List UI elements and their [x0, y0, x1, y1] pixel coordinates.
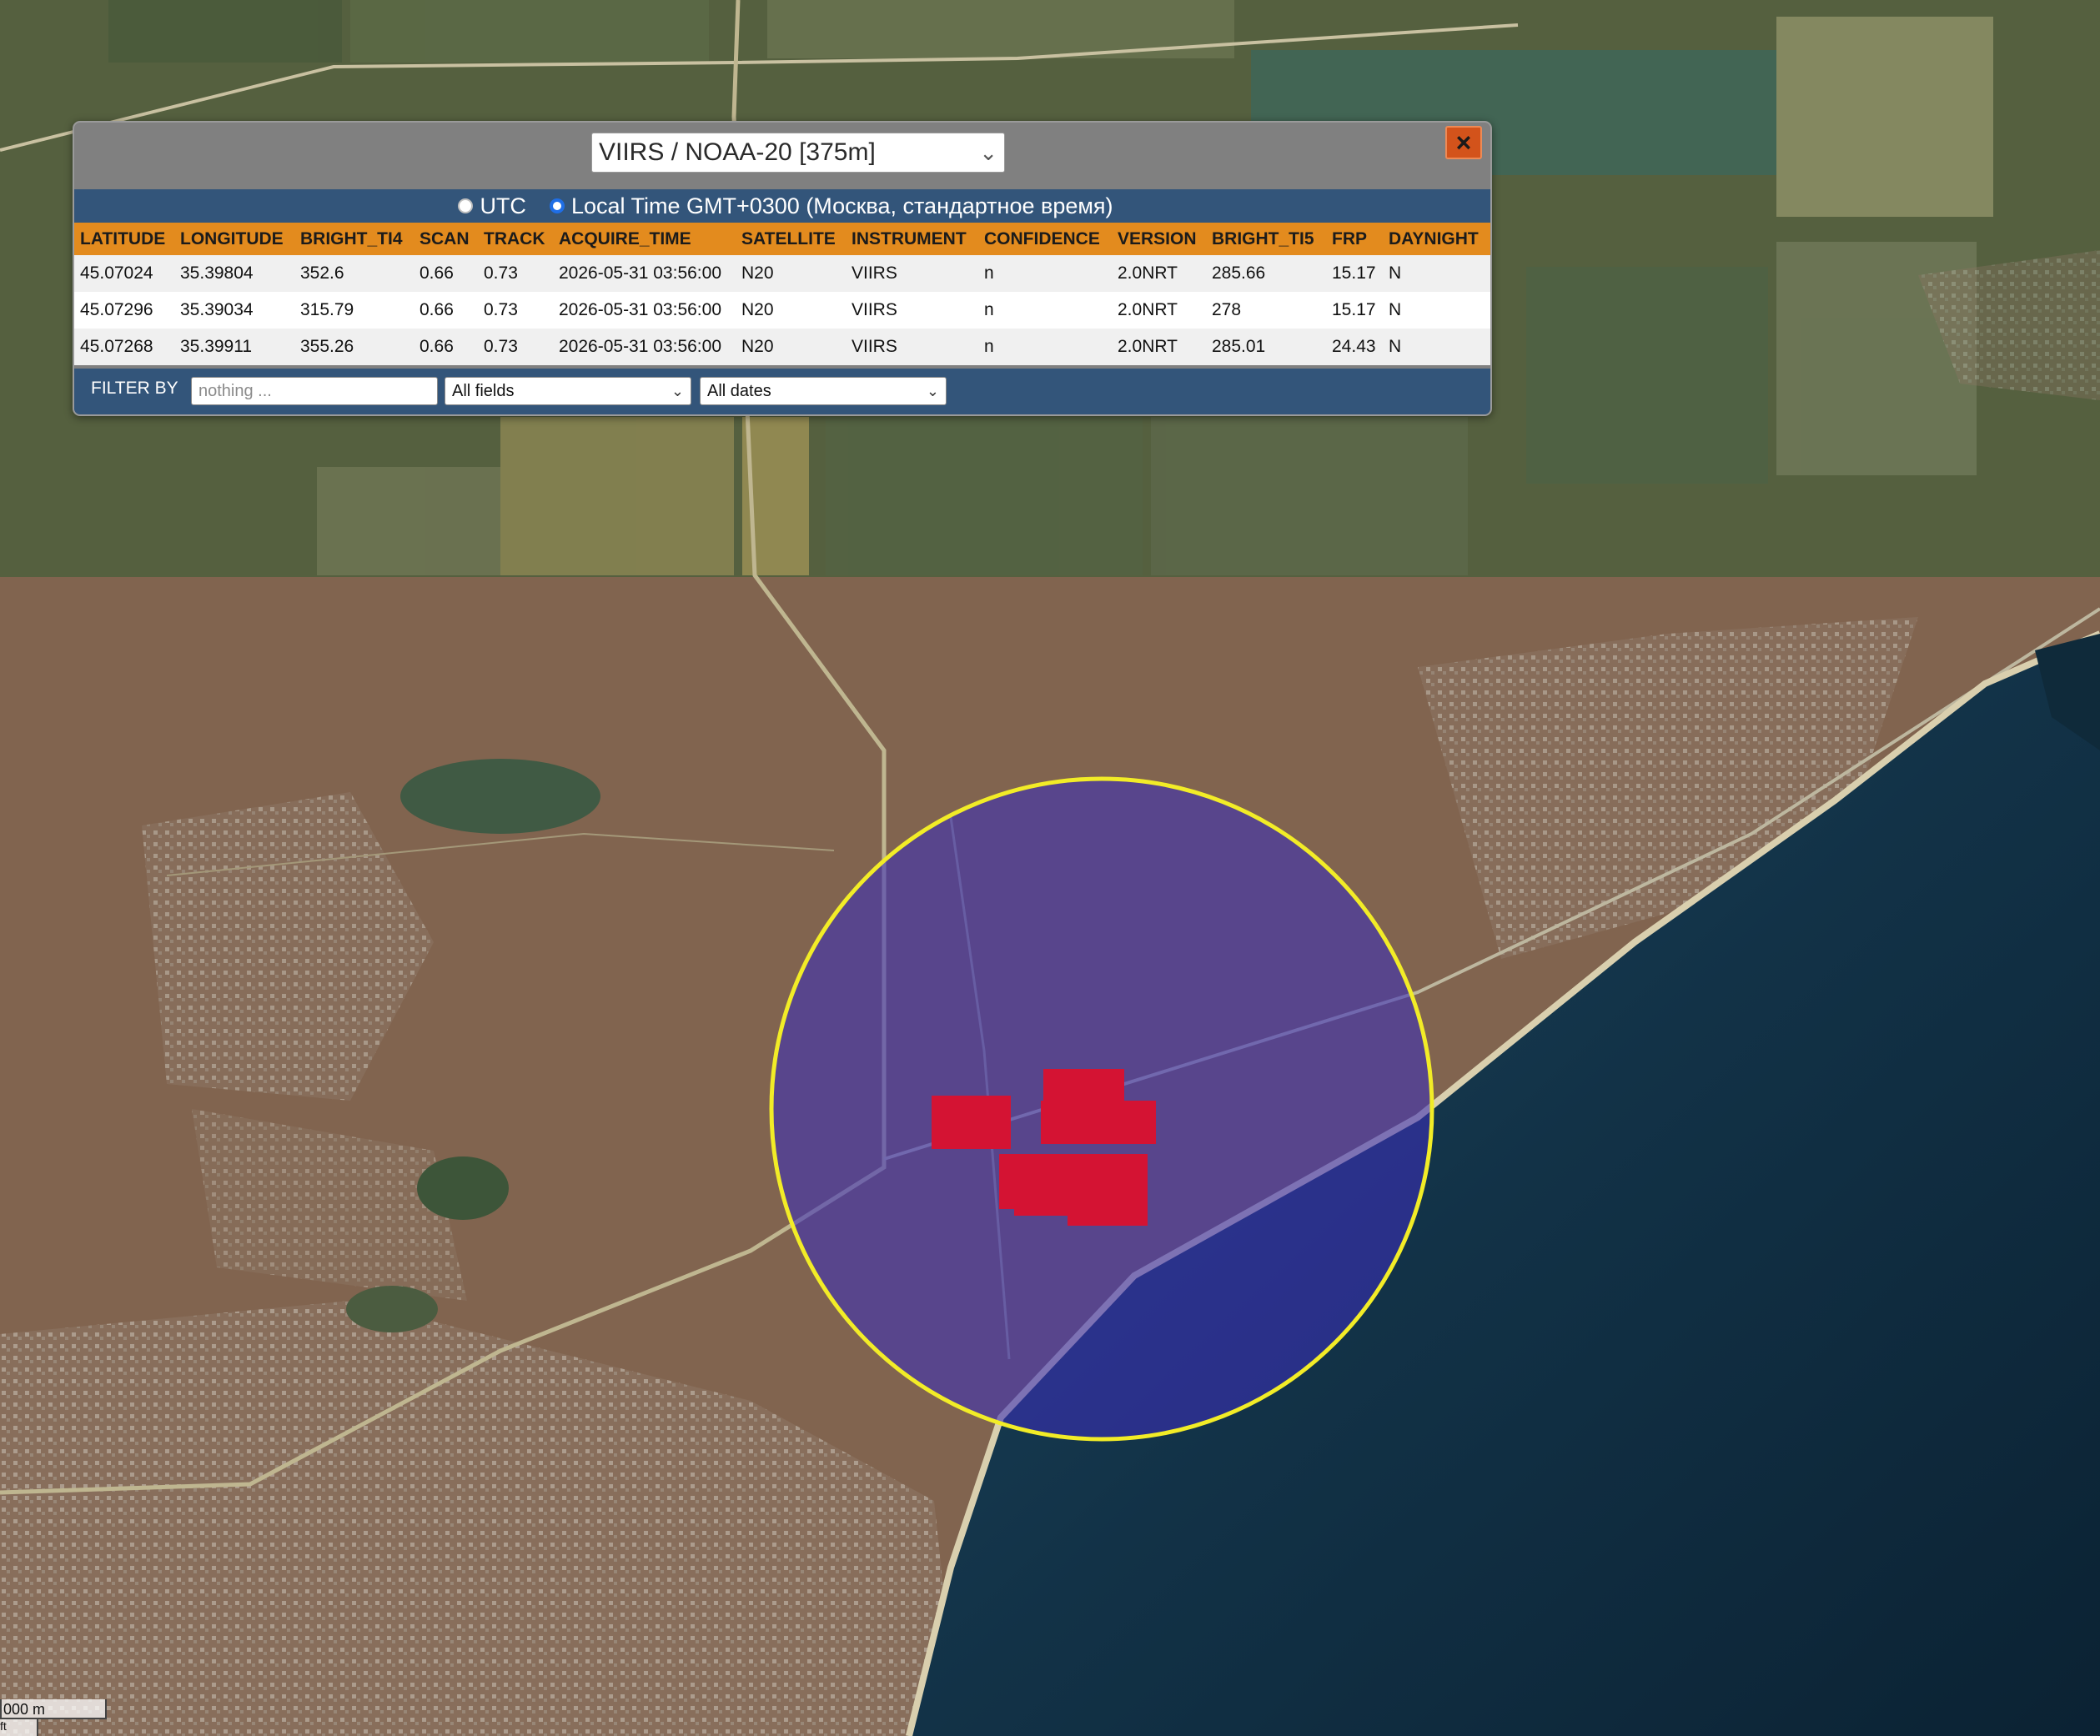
- scale-bar-metric: 000 m: [0, 1699, 107, 1719]
- scale-bar-imperial: ft: [0, 1719, 38, 1736]
- cell-latitude: 45.07024: [74, 255, 174, 292]
- time-mode-toggle: UTC Local Time GMT+0300 (Москва, стандар…: [74, 189, 1490, 223]
- source-select-value: VIIRS / NOAA-20 [375m]: [599, 138, 876, 166]
- cell-track: 0.73: [478, 292, 553, 329]
- filter-label: FILTER BY: [91, 379, 178, 398]
- col-daynight[interactable]: DAYNIGHT: [1383, 223, 1490, 255]
- filter-input-placeholder: nothing ...: [198, 382, 272, 400]
- col-track[interactable]: TRACK: [478, 223, 553, 255]
- cell-satellite: N20: [736, 255, 846, 292]
- fire-pixel: [1068, 1161, 1148, 1226]
- chevron-down-icon: ⌄: [926, 383, 939, 399]
- cell-scan: 0.66: [414, 255, 478, 292]
- cell-version: 2.0NRT: [1112, 329, 1206, 365]
- utc-radio[interactable]: [458, 198, 474, 213]
- col-latitude[interactable]: LATITUDE: [74, 223, 174, 255]
- cell-daynight: N: [1383, 255, 1490, 292]
- col-bright-ti4[interactable]: BRIGHT_TI4: [294, 223, 414, 255]
- cell-confidence: n: [978, 292, 1112, 329]
- cell-longitude: 35.39911: [174, 329, 294, 365]
- close-icon: ×: [1455, 128, 1472, 158]
- cell-version: 2.0NRT: [1112, 255, 1206, 292]
- cell-scan: 0.66: [414, 329, 478, 365]
- cell-bright-ti5: 285.66: [1206, 255, 1326, 292]
- col-confidence[interactable]: CONFIDENCE: [978, 223, 1112, 255]
- chevron-down-icon: ⌄: [671, 383, 684, 399]
- cell-acquire-time: 2026-05-31 03:56:00: [553, 329, 736, 365]
- cell-daynight: N: [1383, 329, 1490, 365]
- fire-pixel: [1041, 1101, 1156, 1144]
- cell-frp: 15.17: [1326, 255, 1383, 292]
- table-row[interactable]: 45.07296 35.39034 315.79 0.66 0.73 2026-…: [74, 292, 1490, 329]
- cell-satellite: N20: [736, 329, 846, 365]
- col-satellite[interactable]: SATELLITE: [736, 223, 846, 255]
- col-acquire-time[interactable]: ACQUIRE_TIME: [553, 223, 736, 255]
- cell-bright-ti4: 315.79: [294, 292, 414, 329]
- date-select-value: All dates: [707, 382, 771, 400]
- cell-track: 0.73: [478, 255, 553, 292]
- field-select-value: All fields: [452, 382, 515, 400]
- cell-acquire-time: 2026-05-31 03:56:00: [553, 292, 736, 329]
- cell-confidence: n: [978, 255, 1112, 292]
- cell-bright-ti4: 352.6: [294, 255, 414, 292]
- col-frp[interactable]: FRP: [1326, 223, 1383, 255]
- date-select[interactable]: All dates ⌄: [700, 377, 947, 405]
- cell-track: 0.73: [478, 329, 553, 365]
- local-time-label: Local Time GMT+0300 (Москва, стандартное…: [570, 193, 1113, 218]
- chevron-down-icon: ⌄: [979, 140, 997, 165]
- cell-confidence: n: [978, 329, 1112, 365]
- col-longitude[interactable]: LONGITUDE: [174, 223, 294, 255]
- utc-label: UTC: [480, 193, 526, 218]
- close-button[interactable]: ×: [1445, 126, 1482, 159]
- cell-instrument: VIIRS: [846, 292, 978, 329]
- cell-frp: 15.17: [1326, 292, 1383, 329]
- fire-pixel: [932, 1096, 1011, 1149]
- cell-longitude: 35.39804: [174, 255, 294, 292]
- scale-bar-sub-label: ft: [0, 1719, 7, 1733]
- fire-data-popup: VIIRS / NOAA-20 [375m] ⌄ × UTC Local Tim…: [73, 121, 1492, 416]
- table-header-row: LATITUDE LONGITUDE BRIGHT_TI4 SCAN TRACK…: [74, 223, 1490, 255]
- field-select[interactable]: All fields ⌄: [445, 377, 691, 405]
- cell-instrument: VIIRS: [846, 255, 978, 292]
- cell-daynight: N: [1383, 292, 1490, 329]
- source-select[interactable]: VIIRS / NOAA-20 [375m] ⌄: [591, 133, 1005, 173]
- cell-acquire-time: 2026-05-31 03:56:00: [553, 255, 736, 292]
- cell-bright-ti4: 355.26: [294, 329, 414, 365]
- fire-data-table: LATITUDE LONGITUDE BRIGHT_TI4 SCAN TRACK…: [74, 223, 1490, 365]
- filter-input[interactable]: nothing ...: [191, 377, 438, 405]
- col-version[interactable]: VERSION: [1112, 223, 1206, 255]
- col-bright-ti5[interactable]: BRIGHT_TI5: [1206, 223, 1326, 255]
- cell-version: 2.0NRT: [1112, 292, 1206, 329]
- scale-bar-label: 000 m: [3, 1701, 46, 1718]
- cell-latitude: 45.07296: [74, 292, 174, 329]
- cell-bright-ti5: 285.01: [1206, 329, 1326, 365]
- popup-header: VIIRS / NOAA-20 [375m] ⌄ ×: [74, 123, 1490, 189]
- cell-bright-ti5: 278: [1206, 292, 1326, 329]
- cell-latitude: 45.07268: [74, 329, 174, 365]
- table-row[interactable]: 45.07024 35.39804 352.6 0.66 0.73 2026-0…: [74, 255, 1490, 292]
- col-instrument[interactable]: INSTRUMENT: [846, 223, 978, 255]
- col-scan[interactable]: SCAN: [414, 223, 478, 255]
- cell-satellite: N20: [736, 292, 846, 329]
- cell-instrument: VIIRS: [846, 329, 978, 365]
- table-row[interactable]: 45.07268 35.39911 355.26 0.66 0.73 2026-…: [74, 329, 1490, 365]
- cell-frp: 24.43: [1326, 329, 1383, 365]
- cell-longitude: 35.39034: [174, 292, 294, 329]
- cell-scan: 0.66: [414, 292, 478, 329]
- local-time-radio[interactable]: [549, 198, 565, 213]
- filter-bar: FILTER BY nothing ... All fields ⌄ All d…: [74, 369, 1490, 414]
